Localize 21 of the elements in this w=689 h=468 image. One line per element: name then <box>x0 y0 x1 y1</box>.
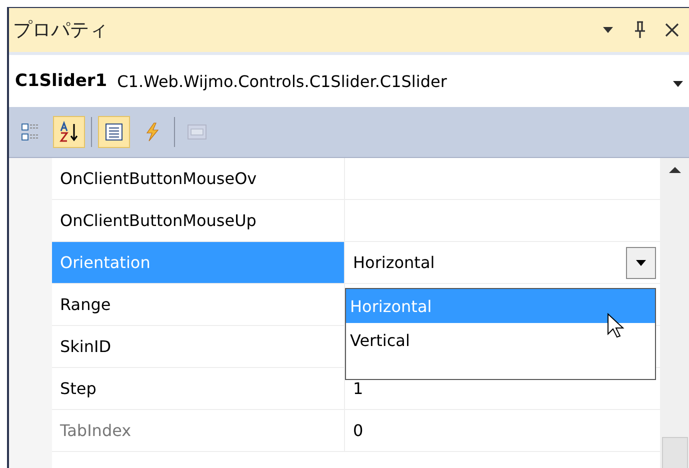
object-name: C1Slider1 <box>15 71 108 91</box>
property-name[interactable]: Step <box>52 368 345 409</box>
object-type: C1.Web.Wijmo.Controls.C1Slider.C1Slider <box>117 72 448 90</box>
caret-icon <box>636 260 646 266</box>
scrollbar-thumb[interactable] <box>662 437 688 468</box>
mouse-pointer-icon <box>607 313 625 339</box>
toolbar-button[interactable] <box>53 116 85 148</box>
property-list-icon <box>103 121 125 143</box>
scroll-up-icon[interactable] <box>668 166 680 174</box>
toolbar-button[interactable] <box>98 116 130 148</box>
property-value: Horizontal <box>353 253 436 272</box>
dropdown-button[interactable] <box>626 246 656 278</box>
sort-az-icon <box>58 121 80 143</box>
property-value: 1 <box>353 379 364 398</box>
panel-title: プロパティ <box>13 18 109 43</box>
property-name[interactable]: Range <box>52 284 345 325</box>
property-name[interactable]: OnClientButtonMouseUp <box>52 200 345 241</box>
property-name[interactable]: OnClientButtonMouseOv <box>52 158 345 199</box>
dropdown-option[interactable]: Vertical <box>346 323 655 357</box>
property-value: 0 <box>353 421 364 440</box>
property-name[interactable]: SkinID <box>52 326 345 367</box>
